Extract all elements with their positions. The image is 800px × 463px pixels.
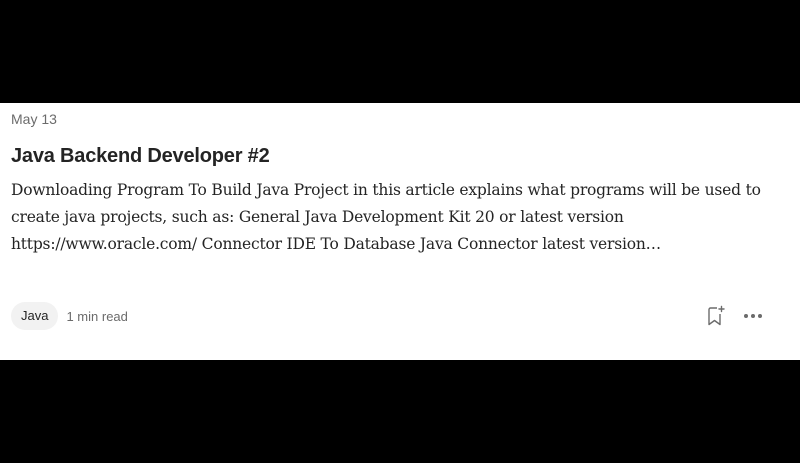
post-footer: Java 1 min read bbox=[11, 300, 128, 332]
post-actions bbox=[701, 302, 767, 330]
post-date: May 13 bbox=[11, 111, 57, 127]
post-card[interactable]: May 13 Java Backend Developer #2 Downloa… bbox=[0, 103, 800, 360]
more-horizontal-icon[interactable] bbox=[739, 302, 767, 330]
read-time: 1 min read bbox=[66, 308, 128, 324]
bookmark-add-icon[interactable] bbox=[701, 302, 729, 330]
tag-pill[interactable]: Java bbox=[11, 302, 59, 330]
post-excerpt[interactable]: Downloading Program To Build Java Projec… bbox=[11, 177, 781, 258]
post-title[interactable]: Java Backend Developer #2 bbox=[11, 144, 270, 168]
